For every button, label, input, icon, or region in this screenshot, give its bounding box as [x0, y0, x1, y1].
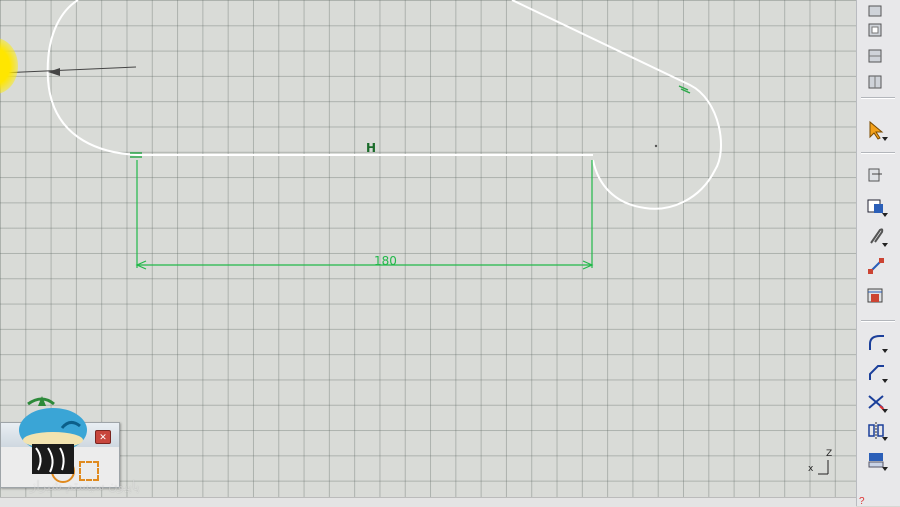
- select-arrow-icon[interactable]: [863, 118, 889, 142]
- snap-icon[interactable]: [863, 224, 889, 248]
- watermark-text: پاپیون سیستم شیراز: [30, 478, 140, 493]
- brand-logo: [18, 396, 88, 486]
- right-toolbar: ?: [856, 0, 900, 507]
- toolbar-button-4-icon[interactable]: [863, 70, 889, 94]
- toolbar-separator: [861, 97, 895, 99]
- toolbar-button-3-icon[interactable]: [863, 44, 889, 68]
- length-dimension[interactable]: [135, 160, 594, 270]
- sketch-geometry: [0, 0, 722, 270]
- profile-outline[interactable]: [46, 0, 139, 156]
- trim-icon[interactable]: [863, 390, 889, 414]
- pointer-arrowhead: [48, 68, 60, 76]
- top-slope-line[interactable]: [511, 0, 722, 210]
- analysis-icon[interactable]: [863, 284, 889, 308]
- horizontal-constraint-symbol[interactable]: H: [366, 141, 376, 155]
- constraint-icon[interactable]: [863, 254, 889, 278]
- axis-z-label: Z: [826, 449, 833, 459]
- arc-center-point[interactable]: [654, 144, 658, 148]
- profile-icon[interactable]: [863, 194, 889, 218]
- chamfer-icon[interactable]: [863, 360, 889, 384]
- dimension-value-label[interactable]: 180: [374, 254, 397, 268]
- project-3d-icon[interactable]: [863, 448, 889, 472]
- axis-triad: x Z: [806, 449, 838, 480]
- sketcher-icon[interactable]: [863, 164, 889, 188]
- close-icon[interactable]: ✕: [95, 430, 111, 444]
- toolbar-button-2-icon[interactable]: [863, 18, 889, 42]
- axis-x-label: x: [808, 464, 814, 474]
- pointer-leader-line: [0, 66, 137, 74]
- sketch-canvas[interactable]: 180 H x Z: [0, 0, 856, 500]
- mirror-icon[interactable]: [863, 418, 889, 442]
- toolbar-bottom-mark: ?: [859, 496, 865, 507]
- toolbar-separator: [861, 152, 895, 154]
- tangency-mark-right: [678, 85, 691, 94]
- toolbar-separator: [861, 320, 895, 322]
- corner-icon[interactable]: [863, 330, 889, 354]
